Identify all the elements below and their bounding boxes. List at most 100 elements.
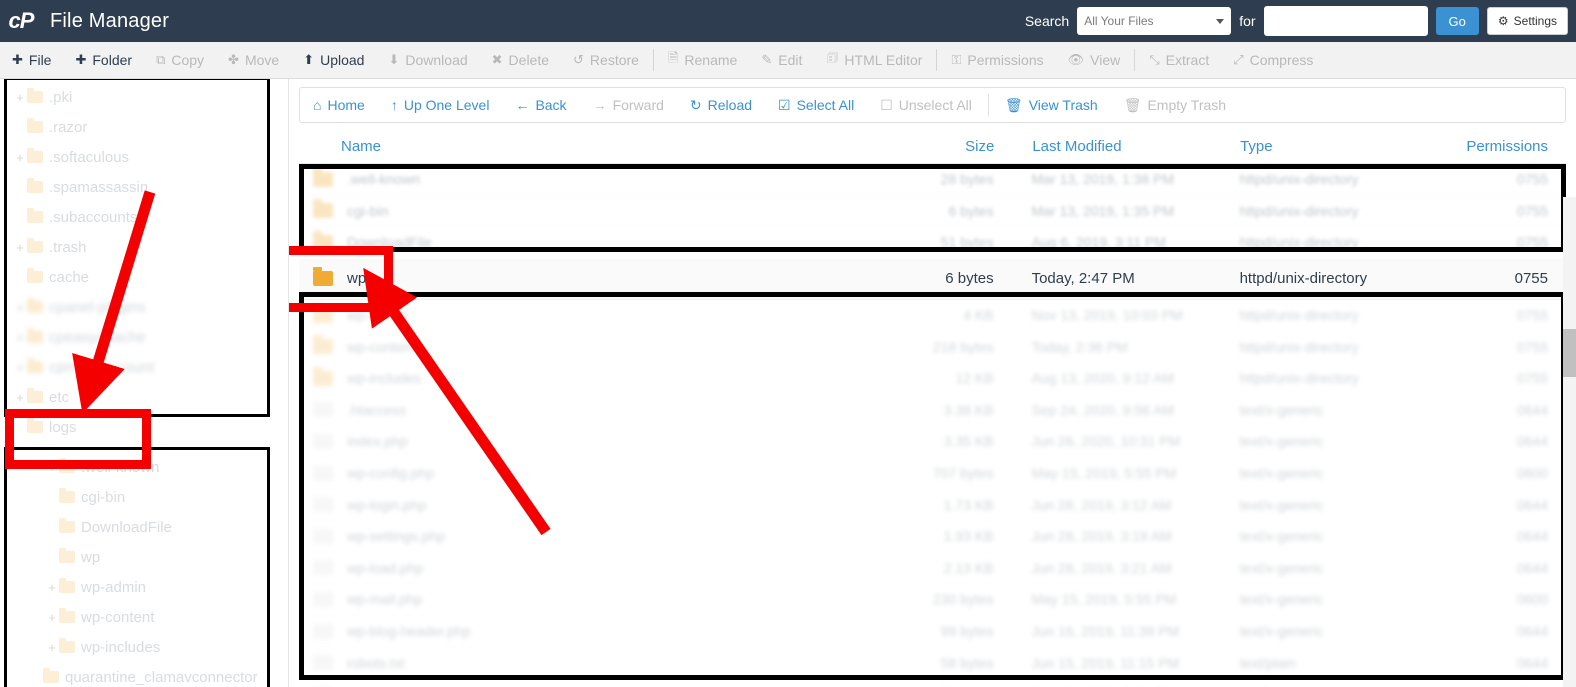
gear-icon: ⚙ [1498,14,1509,28]
folder-icon [27,121,43,133]
table-row[interactable]: wp-admin4 KBNov 13, 2019, 10:03 PMhttpd/… [299,300,1566,332]
file-name-label: wp-mail.php [347,591,422,607]
cell-name[interactable]: cgi-bin [299,203,881,219]
file-name-label: .well-known [347,171,420,187]
tree-item-wp-admin[interactable]: +wp-admin [7,572,267,602]
plus-expand-icon[interactable]: + [45,460,59,475]
search-go-button[interactable]: Go [1436,7,1479,35]
table-row[interactable]: wp-login.php1.73 KBJun 28, 2019, 3:12 AM… [299,489,1566,521]
table-row[interactable]: wp-mail.php230 bytesMay 15, 2019, 5:55 P… [299,584,1566,616]
plus-expand-icon[interactable]: + [13,90,27,105]
column-header-size[interactable]: Size [882,138,994,155]
directory-tree-sidebar[interactable]: +.pki.razor+.softaculous.spamassassin.su… [0,79,288,687]
table-row[interactable]: wp-config.php707 bytesMay 15, 2019, 5:55… [299,458,1566,490]
table-row[interactable]: wp-load.php2.13 KBJun 28, 2019, 3:21 AMt… [299,553,1566,585]
table-row[interactable]: cgi-bin6 bytesMar 13, 2019, 1:35 PMhttpd… [299,196,1566,228]
sidebar-scrollbar[interactable] [271,79,284,687]
file-name-label: wp-admin [347,307,408,323]
cell-name[interactable]: wp-blog-header.php [299,623,881,639]
file-icon [313,624,333,639]
tree-item-wp-includes[interactable]: +wp-includes [7,632,267,662]
nav-button-home[interactable]: ⌂Home [300,88,378,122]
nav-button-reload[interactable]: ↻Reload [677,88,765,122]
trash-icon: 🗑 [1124,97,1142,114]
table-row[interactable]: wp-includes12 KBAug 13, 2020, 9:12 AMhtt… [299,363,1566,395]
plus-expand-icon[interactable]: + [13,150,27,165]
cell-name[interactable]: .well-known [299,171,881,187]
cell-name[interactable]: wp-includes [299,370,881,386]
table-row[interactable]: wp-blog-header.php99 bytesJun 16, 2019, … [299,616,1566,648]
tree-item-softaculous[interactable]: +.softaculous [7,142,267,172]
tree-item-downloadfile[interactable]: DownloadFile [7,512,267,542]
tree-item-subaccounts[interactable]: .subaccounts [7,202,267,232]
tree-item-trash[interactable]: +.trash [7,232,267,262]
tree-item-cpmoveaccount[interactable]: +cpmoveaccount [7,352,267,382]
cell-name[interactable]: index.php [299,433,881,449]
tree-item-well-known[interactable]: +.well-known [7,452,267,482]
table-row[interactable]: .htaccess3.38 KBSep 24, 2020, 9:56 AMtex… [299,395,1566,427]
cell-name[interactable]: robots.txt [299,655,881,671]
tree-item-quarantine_clamavconnector[interactable]: quarantine_clamavconnector [7,662,267,687]
table-row[interactable]: index.php3.35 KBJun 26, 2020, 10:31 PMte… [299,426,1566,458]
tree-item-wp[interactable]: wp [7,542,267,572]
table-row[interactable]: DownloadFile51 bytesAug 6, 2019, 3:11 PM… [299,227,1566,259]
column-header-name[interactable]: Name [299,138,882,155]
tree-item-wp-content[interactable]: +wp-content [7,602,267,632]
cell-name[interactable]: wp-settings.php [299,528,881,544]
cell-name[interactable]: .htaccess [299,402,881,418]
column-header-type[interactable]: Type [1212,138,1415,155]
table-row[interactable]: wp6 bytesToday, 2:47 PMhttpd/unix-direct… [299,259,1566,300]
scrollbar-thumb[interactable] [1563,329,1576,377]
plus-expand-icon[interactable]: + [13,390,27,405]
cell-name[interactable]: wp-config.php [299,465,881,481]
plus-expand-icon[interactable]: + [13,240,27,255]
tree-item-label: logs [49,419,77,436]
column-header-last-modified[interactable]: Last Modified [994,138,1212,155]
plus-expand-icon[interactable]: + [45,610,59,625]
file-list-scrollbar[interactable] [1563,197,1576,687]
tree-item-cpeasyapache[interactable]: +cpeasyapache [7,322,267,352]
table-row[interactable]: .well-known28 bytesMar 13, 2019, 1:38 PM… [299,164,1566,196]
tree-item-cpanel-plugins[interactable]: +cpanel-plugins [7,292,267,322]
tree-item-etc[interactable]: + etc [7,382,267,412]
cell-name[interactable]: wp [299,270,881,287]
tree-list-lower[interactable]: +.well-knowncgi-binDownloadFilewp+wp-adm… [7,450,267,687]
cell-name[interactable]: wp-login.php [299,497,881,513]
tree-item-cgi-bin[interactable]: cgi-bin [7,482,267,512]
toolbar-button-html-editor: 🗊HTML Editor [814,42,934,78]
settings-button[interactable]: ⚙ Settings [1487,7,1568,35]
table-row[interactable]: robots.txt58 bytesJun 15, 2019, 11:15 PM… [299,647,1566,679]
nav-button-view-trash[interactable]: 🗑View Trash [992,88,1111,122]
cell-name[interactable]: wp-load.php [299,560,881,576]
tree-item-spamassassin[interactable]: .spamassassin [7,172,267,202]
nav-button-select-all[interactable]: ☑Select All [765,88,867,122]
tree-item-cache[interactable]: cache [7,262,267,292]
search-input[interactable] [1264,6,1428,36]
tree-item-label: etc [49,389,69,406]
toolbar-button-file[interactable]: ✚File [0,42,63,78]
tree-item-razor[interactable]: .razor [7,112,267,142]
plus-expand-icon[interactable]: + [13,300,27,315]
plus-expand-icon[interactable]: + [13,360,27,375]
nav-button-back[interactable]: ←Back [502,88,579,122]
cell-name[interactable]: wp-mail.php [299,591,881,607]
plus-expand-icon[interactable]: + [45,640,59,655]
cell-name[interactable]: wp-content [299,339,881,355]
toolbar-button-upload[interactable]: ⬆Upload [291,42,376,78]
tree-item-logs[interactable]: logs [7,412,267,442]
file-name-label: DownloadFile [347,234,432,250]
search-scope-select[interactable]: All Your Files [1077,7,1231,35]
plus-expand-icon[interactable]: + [13,330,27,345]
toolbar-button-folder[interactable]: ✚Folder [63,42,144,78]
table-row[interactable]: wp-content218 bytesToday, 2:36 PMhttpd/u… [299,331,1566,363]
cell-name[interactable]: DownloadFile [299,234,881,250]
file-icon [313,497,333,512]
plus-expand-icon[interactable]: + [45,580,59,595]
tree-item-pki[interactable]: +.pki [7,82,267,112]
folder-icon [59,551,75,563]
column-header-permissions[interactable]: Permissions [1415,138,1566,155]
cell-last-modified: May 15, 2019, 5:55 PM [994,465,1212,481]
cell-name[interactable]: wp-admin [299,307,881,323]
table-row[interactable]: wp-settings.php1.93 KBJun 28, 2019, 3:19… [299,521,1566,553]
nav-button-up-one-level[interactable]: ↑Up One Level [378,88,503,122]
